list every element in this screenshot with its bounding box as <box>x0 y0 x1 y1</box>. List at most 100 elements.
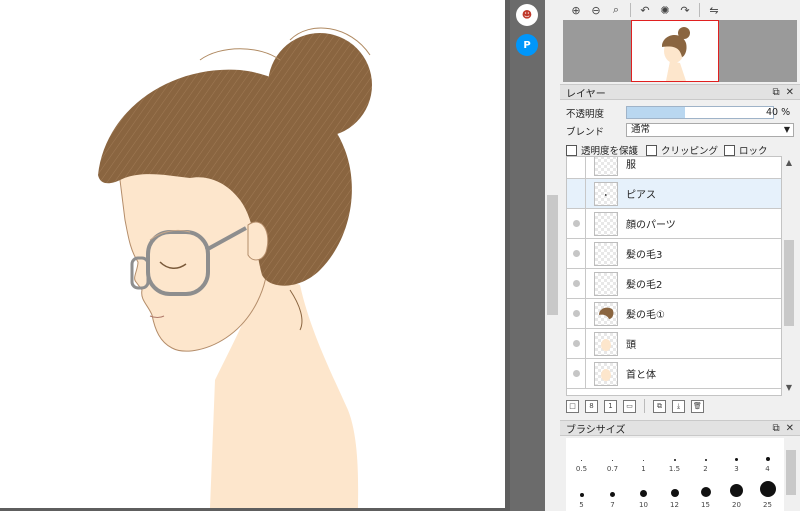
brush-size-cell[interactable]: 1 <box>628 438 659 474</box>
panel-close-icon[interactable]: ✕ <box>786 423 794 434</box>
layer-thumbnail <box>594 241 618 266</box>
scroll-down-icon[interactable]: ▼ <box>784 383 794 392</box>
canvas-vertical-scrollbar[interactable] <box>545 0 560 511</box>
visibility-dot-icon <box>572 220 580 227</box>
brush-size-label: 1.5 <box>668 465 681 473</box>
layer-row[interactable]: 首と体 <box>567 358 781 389</box>
layer-row[interactable]: 髪の毛① <box>567 298 781 329</box>
layer-visibility-toggle[interactable] <box>567 220 585 227</box>
navigator[interactable] <box>563 20 797 82</box>
panel-float-icon[interactable]: ⧉ <box>772 87 779 98</box>
clipping-label: クリッピング <box>661 146 719 157</box>
layer-name: 首と体 <box>626 370 656 381</box>
layer-visibility-toggle[interactable] <box>567 310 585 317</box>
checkbox-box[interactable] <box>724 144 735 156</box>
brush-size-cell[interactable]: 20 <box>721 474 752 510</box>
zoom-in-icon[interactable]: ⊕ <box>568 2 584 18</box>
blend-mode-select[interactable]: 通常 ▼ <box>626 123 794 137</box>
brush-size-cell[interactable]: 5 <box>566 474 597 510</box>
layer-name: 髪の毛2 <box>626 280 663 291</box>
brush-size-cell[interactable]: 0.7 <box>597 438 628 474</box>
navigator-toolbar: ⊕ ⊖ ⌕ ↶ ✺ ↷ ⇋ <box>560 0 800 20</box>
medibang-mascot-icon[interactable]: ☻ <box>516 4 538 26</box>
layer-row[interactable]: 頭 <box>567 328 781 359</box>
layer-scroll-thumb[interactable] <box>784 240 794 326</box>
rotate-left-icon[interactable]: ↶ <box>637 2 653 18</box>
new-1bit-layer-icon[interactable]: 1 <box>604 399 617 413</box>
brush-size-dot <box>640 490 647 497</box>
brush-size-dot <box>700 487 711 497</box>
pixiv-icon[interactable]: P <box>516 34 538 56</box>
zoom-out-icon[interactable]: ⊖ <box>588 2 604 18</box>
toolbar-separator <box>644 399 645 413</box>
layer-name: 髪の毛3 <box>626 250 663 261</box>
layer-row[interactable]: 髪の毛2 <box>567 268 781 299</box>
brush-size-label: 3 <box>734 465 739 473</box>
brush-size-cell[interactable]: 25 <box>752 474 783 510</box>
toolbar-separator <box>630 3 631 17</box>
rotate-reset-icon[interactable]: ✺ <box>657 2 673 18</box>
illustration-girl-with-glasses <box>98 27 372 508</box>
zoom-reset-icon[interactable]: ⌕ <box>608 2 624 18</box>
delete-layer-icon[interactable]: 🗑 <box>691 399 704 413</box>
lock-checkbox[interactable]: ロック <box>724 143 768 157</box>
new-folder-icon[interactable]: ▭ <box>623 399 636 413</box>
panel-float-icon[interactable]: ⧉ <box>772 423 779 434</box>
layer-thumbnail <box>594 157 618 176</box>
checkbox-box[interactable] <box>566 144 577 156</box>
brush-size-dot <box>673 459 676 461</box>
layer-divider <box>585 358 586 389</box>
opacity-slider[interactable] <box>626 106 774 119</box>
protect-alpha-checkbox[interactable]: 透明度を保護 <box>566 143 638 157</box>
flip-icon[interactable]: ⇋ <box>706 2 722 18</box>
brush-size-cell[interactable]: 15 <box>690 474 721 510</box>
brush-size-scrollbar[interactable] <box>784 438 798 511</box>
brush-scroll-thumb[interactable] <box>786 450 796 495</box>
brush-size-cell[interactable]: 3 <box>721 438 752 474</box>
layer-row[interactable]: 髪の毛3 <box>567 238 781 269</box>
brush-size-cell[interactable]: 2 <box>690 438 721 474</box>
brush-size-cell[interactable]: 7 <box>597 474 628 510</box>
clipping-checkbox[interactable]: クリッピング <box>646 143 718 157</box>
new-8bit-layer-icon[interactable]: 8 <box>585 399 598 413</box>
visibility-dot-icon <box>572 250 580 257</box>
brush-size-cell[interactable]: 1.5 <box>659 438 690 474</box>
checkbox-box[interactable] <box>646 144 657 156</box>
brush-size-label: 0.5 <box>575 465 588 473</box>
layer-visibility-toggle[interactable] <box>567 250 585 257</box>
brush-size-label: 2 <box>703 465 708 473</box>
brush-size-label: 7 <box>610 501 615 509</box>
duplicate-layer-icon[interactable]: ⧉ <box>653 399 666 413</box>
layer-visibility-toggle[interactable] <box>567 280 585 287</box>
brush-size-cell[interactable]: 4 <box>752 438 783 474</box>
layer-name: 服 <box>626 160 636 171</box>
scroll-up-icon[interactable]: ▲ <box>784 158 794 167</box>
merge-down-icon[interactable]: ⤓ <box>672 399 685 413</box>
brush-size-dot <box>612 460 613 461</box>
navigator-viewport-frame[interactable] <box>631 20 719 82</box>
layer-divider <box>585 298 586 329</box>
layer-visibility-toggle[interactable] <box>567 340 585 347</box>
layer-name: 頭 <box>626 340 636 351</box>
rotate-right-icon[interactable]: ↷ <box>677 2 693 18</box>
layer-toolbar: □ 8 1 ▭ ⧉ ⤓ 🗑 <box>566 398 704 414</box>
brush-size-cell[interactable]: 10 <box>628 474 659 510</box>
brush-size-label: 4 <box>765 465 770 473</box>
brush-size-panel-header: ブラシサイズ ⧉ ✕ <box>560 420 800 436</box>
layer-list-scrollbar[interactable]: ▲ ▼ <box>782 156 796 394</box>
layer-thumbnail <box>594 301 618 326</box>
layer-row[interactable]: ピアス <box>567 178 781 209</box>
canvas-scroll-thumb[interactable] <box>547 195 558 315</box>
layer-list[interactable]: 服ピアス 顔のパーツ髪の毛3 髪の毛2 髪の毛① 頭首と体 <box>566 156 782 396</box>
canvas-area[interactable] <box>0 0 510 511</box>
brush-size-cell[interactable]: 0.5 <box>566 438 597 474</box>
brush-size-cell[interactable]: 12 <box>659 474 690 510</box>
layer-visibility-toggle[interactable] <box>567 370 585 377</box>
layer-row[interactable]: 服 <box>567 157 781 179</box>
new-layer-icon[interactable]: □ <box>566 399 579 413</box>
layer-row[interactable]: 顔のパーツ <box>567 208 781 239</box>
brush-size-grid[interactable]: 0.5 0.7 1 1.5 2 3 4 5 7 10 12 15 20 25 <box>566 438 784 511</box>
panel-close-icon[interactable]: ✕ <box>786 87 794 98</box>
drawing-canvas[interactable] <box>0 0 505 508</box>
brush-size-dot <box>610 492 615 497</box>
